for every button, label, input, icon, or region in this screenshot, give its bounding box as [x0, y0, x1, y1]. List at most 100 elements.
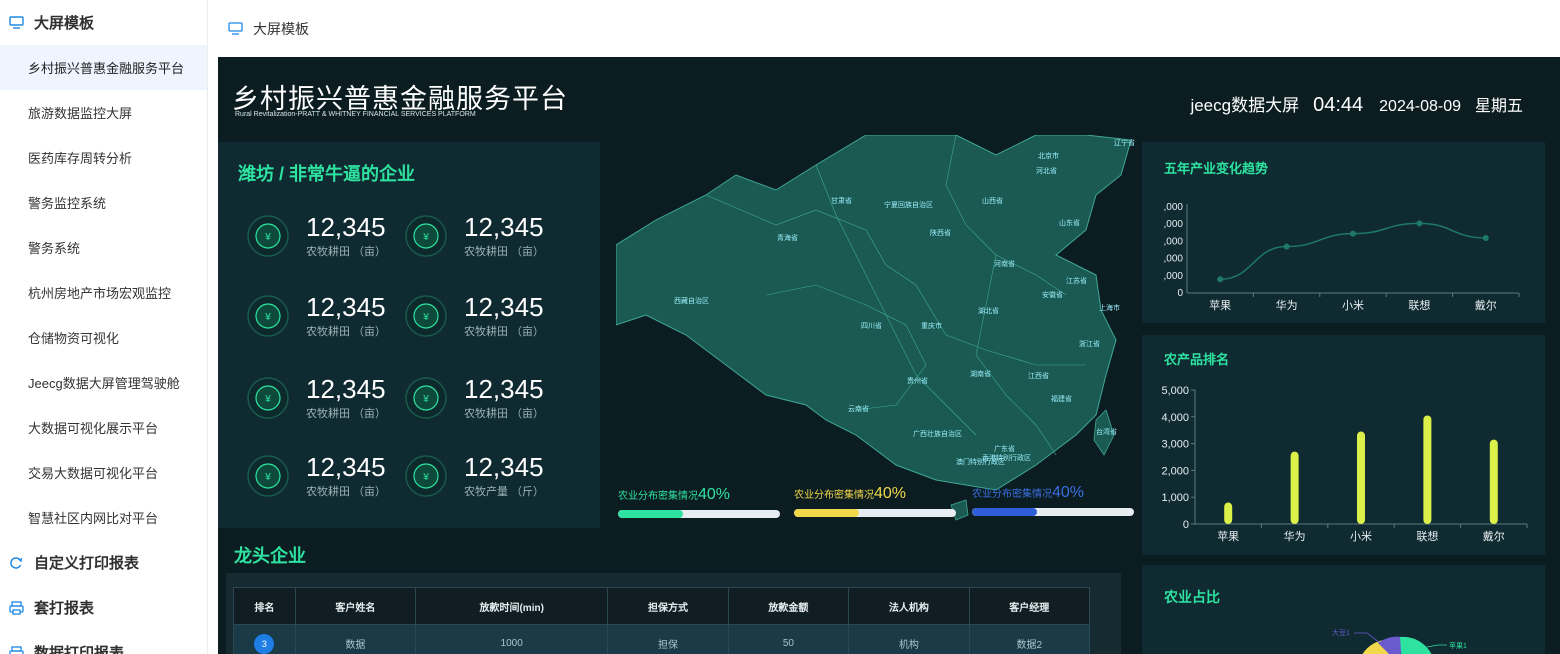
- sidebar-item-pharma[interactable]: 医药库存周转分析: [0, 135, 207, 180]
- sidebar-item-police-system[interactable]: 警务系统: [0, 225, 207, 270]
- trend-point[interactable]: [1482, 234, 1489, 241]
- table-header-cell[interactable]: 担保方式: [607, 587, 729, 625]
- sidebar-item-label: 智慧社区内网比对平台: [28, 511, 159, 526]
- sidebar-item-label: 交易大数据可视化平台: [28, 466, 159, 481]
- table-cell: 数据: [294, 624, 417, 654]
- y-tick-label: ,000: [1164, 271, 1184, 282]
- table-header-row: 排名 客户姓名 放款时间(min) 担保方式 放款金额 法人机构 客户经理: [233, 587, 1091, 625]
- printer-icon: [8, 600, 24, 616]
- y-tick-label: 4,000: [1161, 412, 1189, 424]
- rank-bar[interactable]: [1224, 502, 1233, 524]
- map-region-label: 河南省: [994, 259, 1015, 268]
- stat-label: 农牧耕田 （亩）: [306, 408, 387, 420]
- share-chart: 大豆1 苹果1: [1332, 628, 1467, 654]
- y-tick-label: 0: [1183, 519, 1189, 531]
- density-label: 农业分布密集情况40%: [972, 484, 1134, 502]
- rank-chart: 5,000 4,000 3,000 2,000 1,000 0 苹果 华为 小米 联想 戴尔: [1161, 385, 1528, 543]
- density-bar-pct: 40%: [698, 486, 731, 503]
- sidebar-item-tourism[interactable]: 旅游数据监控大屏: [0, 90, 207, 135]
- share-panel: 农业占比 大豆1 苹果1: [1142, 565, 1545, 654]
- stat-item: ¥12,345 农牧耕田 （亩）: [404, 374, 574, 434]
- share-title: 农业占比: [1164, 589, 1220, 605]
- stat-value: 12,345: [306, 452, 386, 482]
- sidebar-group-label: 数据打印报表: [34, 645, 125, 654]
- map-region-label: 云南省: [848, 404, 869, 413]
- table-header-cell[interactable]: 客户姓名: [294, 587, 417, 625]
- table-row[interactable]: 3 数据 1000 担保 50 机构 数据2: [233, 624, 1091, 654]
- y-tick-label: 3,000: [1161, 439, 1189, 451]
- map-region-label: 四川省: [861, 321, 882, 330]
- brand-label: jeecg数据大屏: [1190, 96, 1300, 115]
- stat-value: 12,345: [464, 374, 544, 404]
- density-track: [794, 509, 956, 517]
- rank-panel: 农产品排名 5,000 4,000 3,000 2,000 1,000 0 苹果 华为 小米 联想…: [1142, 335, 1545, 555]
- x-tick-label: 苹果: [1217, 529, 1239, 543]
- x-tick-label: 小米: [1342, 299, 1364, 312]
- stat-value: 12,345: [464, 452, 544, 482]
- table-cell: 50: [727, 624, 850, 654]
- sidebar-item-label: Jeecg数据大屏管理驾驶舱: [28, 376, 180, 391]
- y-tick-label: 2,000: [1161, 465, 1189, 477]
- sidebar-group-custom-print[interactable]: 自定义打印报表: [0, 540, 207, 585]
- sidebar-item-trade-platform[interactable]: 交易大数据可视化平台: [0, 450, 207, 495]
- map-region-label: 广西壮族自治区: [913, 429, 962, 438]
- sidebar-item-warehouse[interactable]: 仓储物资可视化: [0, 315, 207, 360]
- clock-date: 2024-08-09: [1379, 98, 1461, 115]
- y-tick-label: ,000: [1164, 236, 1184, 247]
- trend-point[interactable]: [1416, 220, 1423, 227]
- coin-icon: ¥: [247, 215, 289, 257]
- stat-item: ¥12,345 农牧耕田 （亩）: [404, 292, 574, 352]
- svg-text:¥: ¥: [264, 312, 271, 323]
- page-subtitle: Rural Revitalization-PRATT & WHITNEY FIN…: [235, 111, 476, 118]
- map-region-label: 西藏自治区: [674, 296, 709, 305]
- sidebar-group-overlay-print[interactable]: 套打报表: [0, 585, 207, 630]
- trend-point[interactable]: [1350, 230, 1356, 237]
- sidebar-item-label: 杭州房地产市场宏观监控: [28, 286, 172, 301]
- trend-point[interactable]: [1283, 243, 1290, 250]
- table-cell-rank: 3: [233, 624, 296, 654]
- sidebar-group-dashboard-templates[interactable]: 大屏模板: [0, 0, 207, 45]
- table-header-cell[interactable]: 放款金额: [727, 587, 850, 625]
- x-tick-label: 戴尔: [1475, 298, 1497, 312]
- map-region-label: 上海市: [1099, 303, 1120, 312]
- tab-dashboard-templates[interactable]: 大屏模板: [253, 19, 309, 39]
- table-header-cell[interactable]: 排名: [233, 587, 296, 625]
- x-tick-label: 联想: [1416, 529, 1438, 543]
- map-region-label: 陕西省: [930, 228, 951, 237]
- pie-leader-line: [1426, 644, 1447, 648]
- rank-bar[interactable]: [1357, 431, 1365, 524]
- stats-panel: 潍坊 / 非常牛逼的企业 ¥12,345 农牧耕田 （亩） ¥12,345 农牧耕田 …: [218, 142, 600, 528]
- sidebar-item-police-monitor[interactable]: 警务监控系统: [0, 180, 207, 225]
- sidebar-item-bigdata-platform[interactable]: 大数据可视化展示平台: [0, 405, 207, 450]
- x-tick-label: 苹果: [1209, 298, 1231, 312]
- density-fill: [972, 508, 1037, 516]
- china-map[interactable]: 辽宁省 北京市 河北省 甘肃省 宁夏回族自治区 山西省 青海省 陕西省 山东省 河南省 江苏省 西藏自…: [615, 134, 1136, 530]
- sidebar-item-smart-community[interactable]: 智慧社区内网比对平台: [0, 495, 207, 540]
- stat-label: 农牧耕田 （亩）: [464, 408, 545, 420]
- sidebar-group-data-print[interactable]: 数据打印报表: [0, 630, 207, 654]
- rank-badge: 3: [254, 633, 275, 654]
- table-header-cell[interactable]: 客户经理: [968, 587, 1091, 625]
- stat-value: 12,345: [464, 292, 544, 322]
- table-header-cell[interactable]: 放款时间(min): [415, 587, 609, 625]
- svg-text:¥: ¥: [422, 232, 429, 243]
- rank-bar[interactable]: [1423, 415, 1432, 524]
- trend-point[interactable]: [1217, 276, 1224, 283]
- map-region-label: 宁夏回族自治区: [884, 200, 933, 209]
- svg-text:¥: ¥: [422, 394, 429, 405]
- stat-label: 农牧耕田 （亩）: [464, 326, 545, 338]
- rank-bar[interactable]: [1290, 451, 1299, 524]
- stat-label: 农牧耕田 （亩）: [306, 326, 387, 338]
- sidebar-item-hangzhou-realestate[interactable]: 杭州房地产市场宏观监控: [0, 270, 207, 315]
- sidebar-item-jeecg-cockpit[interactable]: Jeecg数据大屏管理驾驶舱: [0, 360, 207, 405]
- map-region-label: 甘肃省: [831, 196, 852, 205]
- pie-leader-line: [1354, 632, 1381, 644]
- density-fill: [794, 509, 859, 517]
- stat-item: ¥12,345 农牧产量 （斤）: [404, 452, 574, 512]
- sidebar-item-rural-finance[interactable]: 乡村振兴普惠金融服务平台: [0, 45, 207, 90]
- rank-bar[interactable]: [1489, 439, 1498, 524]
- coin-icon: ¥: [405, 455, 447, 497]
- sidebar-group-label: 大屏模板: [34, 15, 95, 32]
- map-region-label: 湖北省: [978, 306, 999, 315]
- table-header-cell[interactable]: 法人机构: [848, 587, 970, 625]
